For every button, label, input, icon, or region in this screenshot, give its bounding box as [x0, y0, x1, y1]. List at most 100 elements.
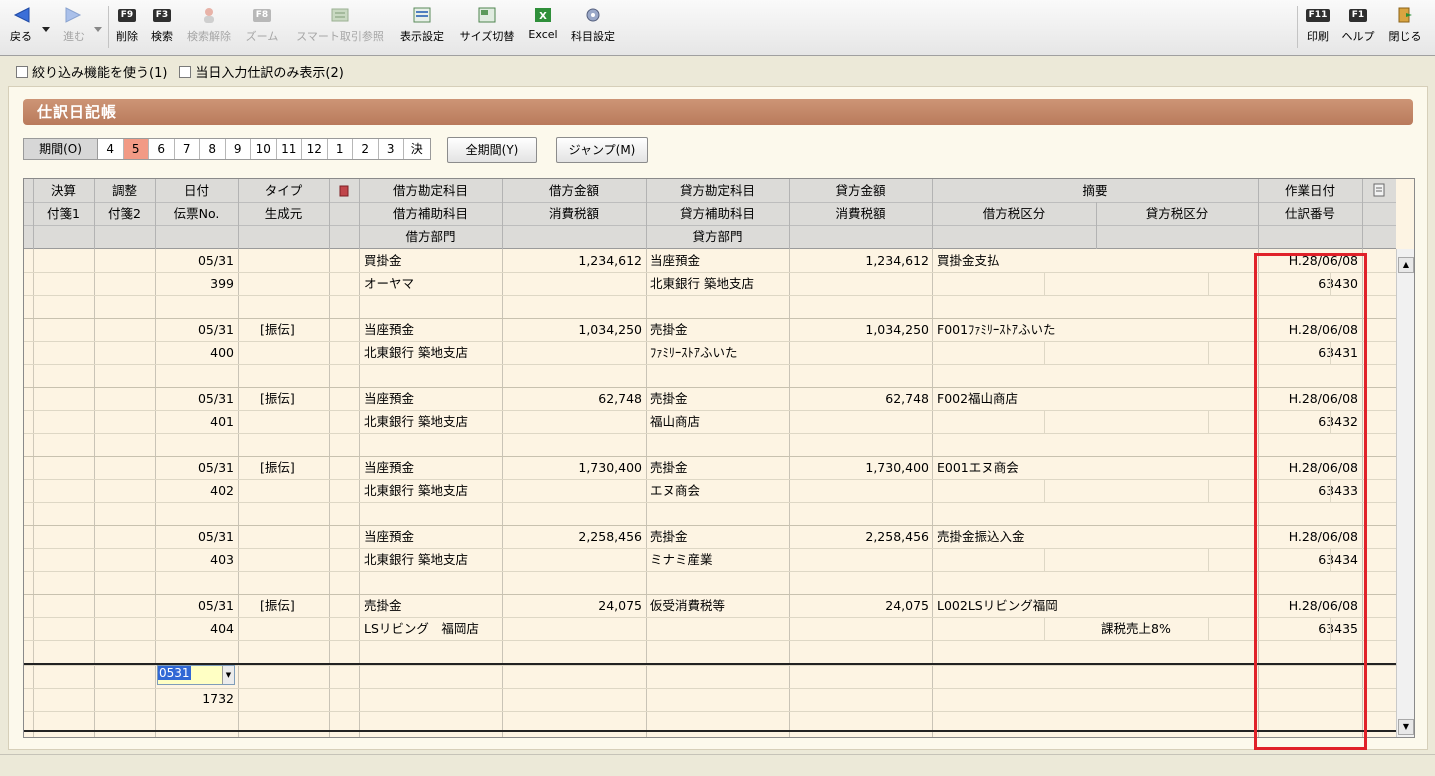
- jump-button[interactable]: ジャンプ(M): [556, 137, 648, 163]
- entry-debit-amount: 1,034,250: [578, 322, 642, 337]
- filter-checkbox[interactable]: 絞り込み機能を使う(1): [16, 62, 167, 81]
- smart-transaction-button[interactable]: スマート取引参照: [290, 2, 390, 52]
- cell-divider: [1044, 272, 1045, 295]
- header-voucher-no: 伝票No.: [173, 206, 220, 221]
- header-credit-account: 貸方勘定科目: [679, 183, 755, 198]
- entry-debit-sub: 北東銀行 築地支店: [364, 483, 468, 498]
- entry-voucher-no: 399: [210, 276, 234, 291]
- period-month[interactable]: 2: [353, 139, 379, 159]
- header-memo: 摘要: [1082, 183, 1108, 198]
- entry-work-date: H.28/06/08: [1288, 460, 1358, 475]
- date-input[interactable]: 0531 ▼: [157, 665, 235, 685]
- back-arrow-icon: [11, 2, 31, 28]
- excel-button[interactable]: X Excel: [526, 2, 560, 52]
- entry-credit-amount: 1,034,250: [865, 322, 929, 337]
- period-month[interactable]: 12: [302, 139, 328, 159]
- period-month[interactable]: 8: [200, 139, 226, 159]
- period-month[interactable]: 1: [328, 139, 353, 159]
- print-button[interactable]: F11 印刷: [1302, 2, 1334, 52]
- entry-date: 05/31: [197, 598, 234, 613]
- entry-voucher-no: 401: [210, 414, 234, 429]
- period-month[interactable]: 7: [175, 139, 200, 159]
- back-button[interactable]: 戻る: [6, 2, 36, 52]
- chevron-down-icon[interactable]: ▼: [222, 666, 234, 684]
- header-credit-amount: 貸方金額: [835, 183, 886, 198]
- entry-credit-amount: 62,748: [885, 391, 929, 406]
- period-month[interactable]: 9: [226, 139, 251, 159]
- entry-debit-sub: LSリビング 福岡店: [364, 621, 479, 636]
- svg-text:X: X: [539, 11, 547, 22]
- forward-button[interactable]: 進む: [58, 2, 90, 52]
- display-settings-button[interactable]: 表示設定: [396, 2, 448, 52]
- period-month-active[interactable]: 5: [123, 139, 149, 159]
- size-switch-icon: [477, 2, 497, 28]
- header-debit-tax: 消費税額: [548, 206, 599, 221]
- size-switch-button[interactable]: サイズ切替: [455, 2, 519, 52]
- search-button[interactable]: F3 検索: [147, 2, 177, 52]
- entry-credit-amount: 2,258,456: [865, 529, 929, 544]
- period-month[interactable]: 3: [379, 139, 404, 159]
- scroll-up-icon[interactable]: ▲: [1398, 257, 1414, 273]
- row-divider: [24, 295, 1396, 296]
- header-date: 日付: [183, 183, 209, 198]
- entry-journal-no: 63435: [1318, 621, 1358, 636]
- checkbox-icon[interactable]: [179, 65, 192, 78]
- entry-debit-amount: 2,258,456: [578, 529, 642, 544]
- memo-book-icon[interactable]: [329, 179, 359, 202]
- entry-credit-tax-class: [1101, 272, 1211, 295]
- period-month[interactable]: 6: [149, 139, 175, 159]
- checkbox-icon[interactable]: [16, 65, 28, 78]
- back-dropdown-icon[interactable]: [42, 22, 50, 36]
- entry-type: [260, 525, 330, 548]
- entry-voucher-no: 400: [210, 345, 234, 360]
- header-settlement: 決算: [50, 183, 76, 198]
- header-credit-sub: 貸方補助科目: [679, 206, 755, 221]
- column-settings-icon[interactable]: [1362, 179, 1396, 202]
- entry-date: 05/31: [197, 529, 234, 544]
- account-settings-button[interactable]: 科目設定: [567, 2, 619, 52]
- cell-divider: [1044, 410, 1045, 433]
- search-release-button[interactable]: 検索解除: [183, 2, 235, 52]
- vertical-scrollbar[interactable]: ▲ ▼: [1396, 249, 1414, 737]
- row-divider: [24, 617, 1396, 618]
- forward-dropdown-icon[interactable]: [94, 22, 102, 36]
- header-adjust: 調整: [111, 183, 137, 198]
- header-tag1: 付箋1: [47, 206, 80, 221]
- entry-debit-sub: 北東銀行 築地支店: [364, 345, 468, 360]
- cell-divider: [1208, 548, 1209, 571]
- period-month[interactable]: 4: [98, 139, 124, 159]
- entry-journal-no: 63431: [1318, 345, 1358, 360]
- entry-work-date: H.28/06/08: [1288, 529, 1358, 544]
- entry-debit-sub: オーヤマ: [364, 276, 415, 291]
- entry-credit-sub: 福山商店: [650, 414, 701, 429]
- period-month[interactable]: 決: [404, 139, 430, 159]
- entry-credit-sub: [650, 617, 788, 640]
- today-only-checkbox[interactable]: 当日入力仕訳のみ表示(2): [179, 62, 344, 81]
- period-month[interactable]: 10: [251, 139, 277, 159]
- close-button[interactable]: 閉じる: [1384, 2, 1426, 52]
- f1-key-icon: F1: [1348, 8, 1368, 22]
- period-month[interactable]: 11: [277, 139, 302, 159]
- entry-debit-amount: 62,748: [598, 391, 642, 406]
- entry-journal-no: 63432: [1318, 414, 1358, 429]
- header-work-date: 作業日付: [1284, 183, 1335, 198]
- row-divider: [24, 272, 1396, 273]
- smart-ref-icon: [330, 2, 350, 28]
- row-divider: [24, 433, 1396, 434]
- entry-credit-account: 売掛金: [650, 391, 688, 406]
- entry-memo: L002LSリビング福岡: [937, 598, 1058, 613]
- entry-credit-tax-class: [1101, 548, 1211, 571]
- header-debit-amount: 借方金額: [548, 183, 599, 198]
- entry-work-date: H.28/06/08: [1288, 391, 1358, 406]
- delete-button[interactable]: F9 削除: [113, 2, 141, 52]
- f8-key-icon: F8: [252, 8, 272, 22]
- period-label[interactable]: 期間(O): [24, 139, 98, 159]
- entry-debit-account: 当座預金: [364, 529, 415, 544]
- zoom-button[interactable]: F8 ズーム: [242, 2, 282, 52]
- help-button[interactable]: F1 ヘルプ: [1338, 2, 1378, 52]
- entry-credit-tax-class: [1101, 410, 1211, 433]
- scroll-down-icon[interactable]: ▼: [1398, 719, 1414, 735]
- all-period-button[interactable]: 全期間(Y): [447, 137, 537, 163]
- header-credit-dept: 貸方部門: [692, 229, 743, 244]
- entry-voucher-no: 403: [210, 552, 234, 567]
